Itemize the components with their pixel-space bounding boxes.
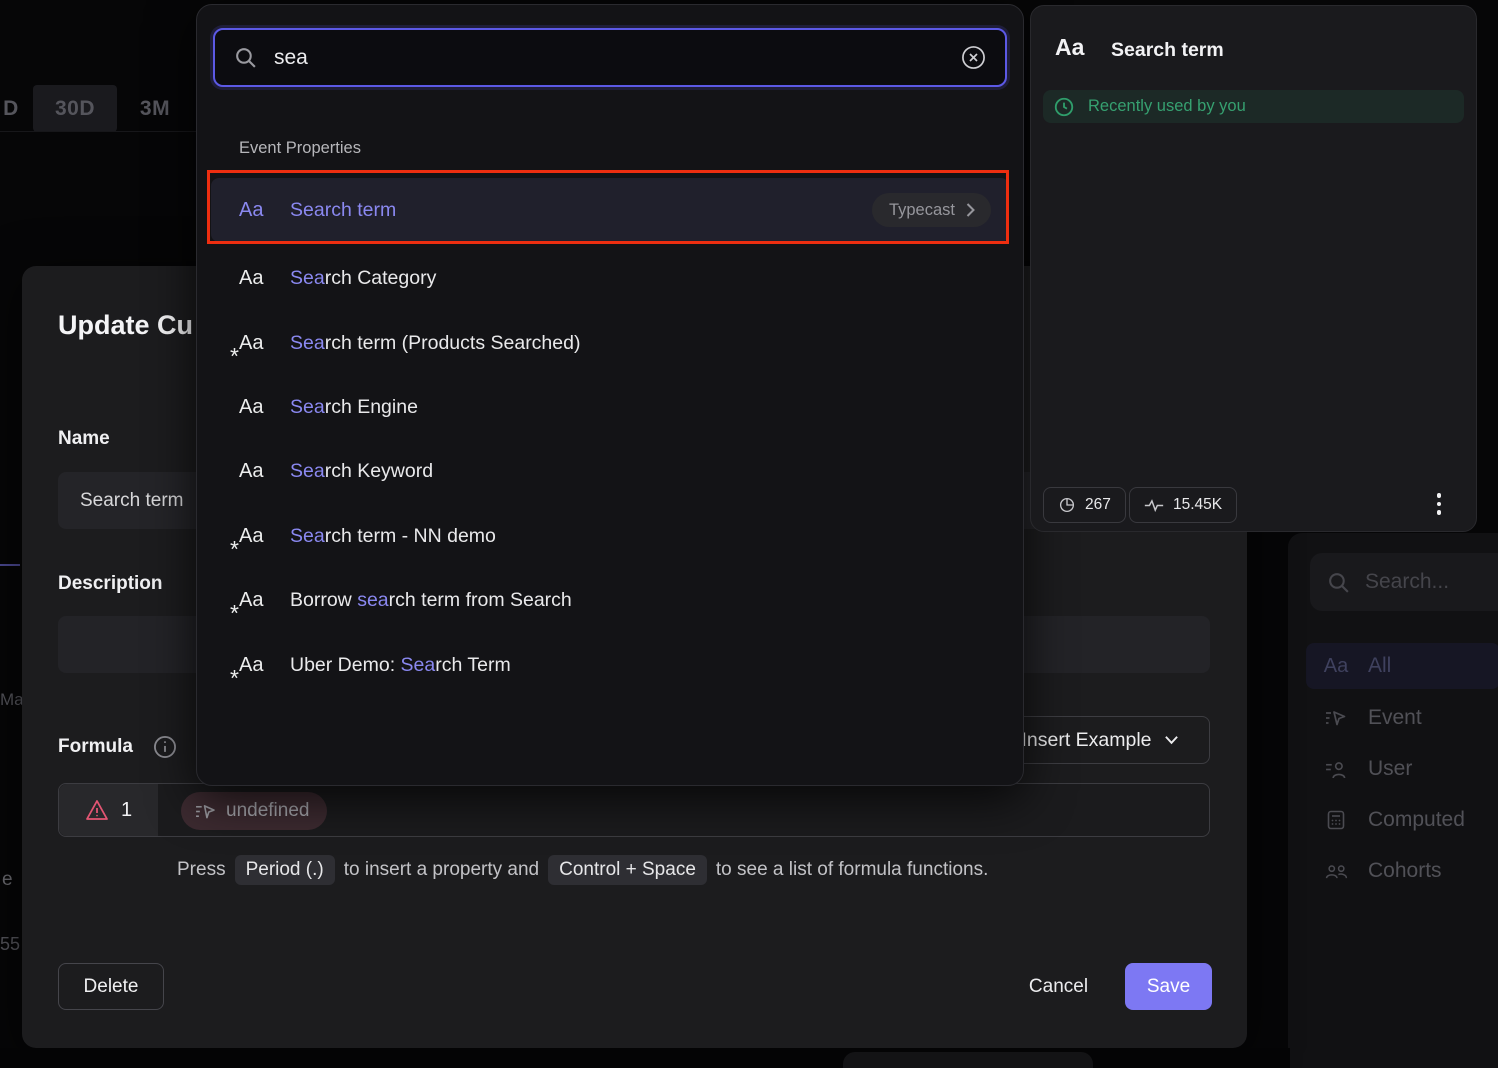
property-result-row[interactable]: Aa Borrow search term from Search: [211, 568, 1009, 632]
search-icon: [233, 45, 258, 70]
text-property-icon: Aa: [239, 460, 271, 483]
name-label: Name: [58, 428, 110, 450]
text-property-icon: Aa: [239, 396, 271, 419]
sidebar-search-input[interactable]: [1365, 570, 1494, 594]
close-circle-icon: [960, 44, 987, 71]
volume-value: 15.45K: [1173, 496, 1222, 514]
custom-text-property-icon: Aa: [239, 589, 271, 612]
count-value: 267: [1085, 496, 1111, 514]
text-property-icon: Aa: [239, 199, 271, 222]
filter-label: All: [1368, 654, 1391, 678]
result-label: Search Category: [290, 267, 436, 290]
custom-event-icon: [195, 803, 216, 820]
chart-text-fragment: e: [2, 869, 13, 891]
result-label: Search Keyword: [290, 460, 433, 483]
filter-user[interactable]: User: [1306, 746, 1498, 792]
hint-text: Press: [177, 859, 226, 881]
filter-cohorts[interactable]: Cohorts: [1306, 848, 1498, 894]
recently-used-badge: Recently used by you: [1043, 90, 1464, 123]
result-label: Search term - NN demo: [290, 525, 496, 548]
delete-button[interactable]: Delete: [58, 963, 164, 1010]
search-input[interactable]: [274, 46, 944, 70]
calculator-icon: [1323, 810, 1349, 830]
filter-label: Cohorts: [1368, 859, 1442, 883]
time-range-7d[interactable]: D: [0, 85, 22, 132]
property-result-row[interactable]: Aa Search Keyword: [211, 439, 1009, 503]
property-result-row[interactable]: Aa Search Category: [211, 246, 1009, 310]
time-range-3m[interactable]: 3M: [121, 85, 189, 132]
warning-icon: [85, 799, 109, 821]
recently-used-label: Recently used by you: [1088, 97, 1246, 116]
cohorts-icon: [1323, 863, 1349, 880]
kbd-control-space: Control + Space: [548, 855, 707, 885]
section-header-event-properties: Event Properties: [239, 139, 361, 158]
token-label: undefined: [226, 800, 309, 822]
text-property-icon: Aa: [1323, 655, 1349, 678]
property-search-box: [213, 28, 1007, 87]
kbd-period: Period (.): [235, 855, 335, 885]
property-result-row[interactable]: Aa Search Engine: [211, 375, 1009, 439]
modal-title: Update Cu: [58, 310, 193, 341]
formula-error-count: 1: [59, 784, 158, 836]
text-property-icon: Aa: [239, 267, 271, 290]
error-count-value: 1: [121, 799, 132, 822]
pulse-icon: [1144, 498, 1164, 513]
property-result-row[interactable]: Aa Search term - NN demo: [211, 504, 1009, 568]
chart-line-fragment: [0, 564, 20, 566]
time-range-30d[interactable]: 30D: [33, 85, 117, 132]
pie-chart-icon: [1058, 496, 1076, 514]
filter-all[interactable]: Aa All: [1306, 643, 1498, 689]
custom-text-property-icon: Aa: [239, 654, 271, 677]
filter-label: Event: [1368, 706, 1422, 730]
result-label: Search term: [290, 199, 396, 222]
background-panel-edge: [843, 1052, 1093, 1068]
cancel-button[interactable]: Cancel: [1022, 963, 1095, 1010]
property-type-sidebar: Aa All Event User Computed Cohorts: [1288, 533, 1498, 1068]
property-result-row[interactable]: Aa Search term Typecast: [211, 178, 1009, 242]
chevron-right-icon: [965, 202, 976, 218]
event-icon: [1323, 709, 1349, 727]
event-count-pill[interactable]: 267: [1043, 487, 1126, 523]
volume-pill[interactable]: 15.45K: [1129, 487, 1237, 523]
filter-computed[interactable]: Computed: [1306, 797, 1498, 843]
background-strip: [0, 1048, 1290, 1068]
formula-hint: Press Period (.) to insert a property an…: [177, 855, 988, 885]
property-result-row[interactable]: Aa Search term (Products Searched): [211, 311, 1009, 375]
result-label: Search term (Products Searched): [290, 332, 580, 355]
text-property-icon: Aa: [1055, 34, 1084, 61]
clock-icon: [1053, 96, 1075, 118]
clear-search-button[interactable]: [960, 44, 987, 71]
property-title: Search term: [1111, 39, 1224, 62]
typecast-label: Typecast: [889, 201, 955, 220]
result-label: Search Engine: [290, 396, 418, 419]
more-options-button[interactable]: [1431, 488, 1447, 520]
info-icon[interactable]: [152, 734, 178, 760]
property-details-panel: Aa Search term Recently used by you 267 …: [1030, 5, 1477, 532]
filter-event[interactable]: Event: [1306, 695, 1498, 741]
sidebar-search-box: [1310, 553, 1498, 611]
search-icon: [1326, 570, 1351, 595]
typecast-button[interactable]: Typecast: [872, 193, 991, 227]
result-label: Borrow search term from Search: [290, 589, 572, 612]
formula-input[interactable]: 1 undefined: [58, 783, 1210, 837]
chevron-down-icon: [1164, 735, 1179, 745]
divider: [0, 131, 196, 132]
result-label: Uber Demo: Search Term: [290, 654, 511, 677]
insert-example-label: Insert Example: [1021, 729, 1151, 752]
formula-label: Formula: [58, 736, 133, 758]
app-root: D 30D 3M May e 55 Update Cu Name Search …: [0, 0, 1498, 1068]
save-button[interactable]: Save: [1125, 963, 1212, 1010]
formula-token-undefined[interactable]: undefined: [181, 792, 327, 830]
property-result-row[interactable]: Aa Uber Demo: Search Term: [211, 633, 1009, 697]
hint-text: to see a list of formula functions.: [716, 859, 988, 881]
filter-label: Computed: [1368, 808, 1465, 832]
chart-axis-value: 55: [0, 934, 20, 955]
description-label: Description: [58, 573, 163, 595]
user-icon: [1323, 760, 1349, 779]
hint-text: to insert a property and: [344, 859, 539, 881]
custom-text-property-icon: Aa: [239, 525, 271, 548]
custom-text-property-icon: Aa: [239, 332, 271, 355]
property-search-dropdown: Event Properties Aa Search term Typecast…: [196, 4, 1024, 786]
filter-label: User: [1368, 757, 1412, 781]
